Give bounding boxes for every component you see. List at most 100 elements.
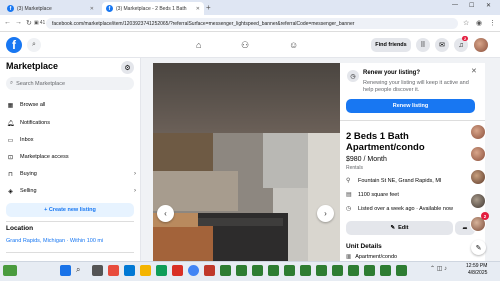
forward-icon[interactable]: → <box>15 19 22 26</box>
file-explorer-icon[interactable] <box>140 265 151 276</box>
url-input[interactable]: facebook.com/marketplace/item/1203923741… <box>46 18 458 29</box>
location-value-link[interactable]: Grand Rapids, Michigan · Within 100 mi <box>6 238 103 244</box>
next-photo-button[interactable]: › <box>317 205 334 222</box>
app-icon[interactable] <box>332 265 343 276</box>
browser-tab-marketplace[interactable]: f (3) Marketplace ✕ <box>3 2 98 15</box>
gear-icon[interactable]: ⚙ <box>121 61 134 74</box>
system-tray-icons[interactable]: ⌃ ◫ ♪ <box>430 265 447 272</box>
new-message-icon[interactable]: ✎ <box>471 240 486 255</box>
new-tab-icon[interactable]: + <box>206 3 211 12</box>
close-icon[interactable]: ✕ <box>471 67 477 75</box>
find-friends-button[interactable]: Find friends <box>371 38 411 52</box>
edit-button[interactable]: ✎ Edit <box>346 221 453 235</box>
close-window-icon[interactable]: ✕ <box>486 2 491 9</box>
location-heading: Location <box>6 225 34 232</box>
menu-grid-icon[interactable]: ⠿ <box>416 38 430 52</box>
app-icon[interactable] <box>108 265 119 276</box>
app-icon[interactable] <box>220 265 231 276</box>
sidebar-item-marketplace-access[interactable]: ⊡ Marketplace access <box>6 150 136 164</box>
home-icon[interactable]: ⌂ <box>196 40 201 50</box>
ruler-icon: ▤ <box>346 192 352 198</box>
renew-title: Renew your listing? <box>363 70 421 76</box>
store-icon: ▦ <box>7 102 14 109</box>
chat-unread-badge: 2 <box>481 212 489 220</box>
listing-price: $980 / Month <box>346 156 387 163</box>
tag-icon: ◈ <box>8 188 13 195</box>
divider <box>6 221 134 222</box>
task-view-icon[interactable] <box>92 265 103 276</box>
renew-description: Renewing your listing will keep it activ… <box>363 80 469 93</box>
app-icon[interactable] <box>300 265 311 276</box>
tabs-icon: ▣ <box>34 20 39 26</box>
app-icon[interactable] <box>172 265 183 276</box>
sidebar-title: Marketplace <box>6 61 59 71</box>
share-icon: ➦ <box>462 225 468 232</box>
create-new-listing-button[interactable]: + Create new listing <box>6 203 134 217</box>
browser-tab-listing[interactable]: f (3) Marketplace - 2 Beds 1 Bath ✕ <box>102 2 204 15</box>
app-icon[interactable] <box>316 265 327 276</box>
groups-icon[interactable]: ☺ <box>289 40 298 50</box>
reload-icon[interactable]: ↻ <box>26 19 32 27</box>
app-icon[interactable] <box>348 265 359 276</box>
taskbar-search-icon[interactable]: ⌕ <box>76 265 87 276</box>
close-tab-icon[interactable]: ✕ <box>90 6 94 12</box>
renew-clock-icon: ◷ <box>347 70 359 82</box>
app-icon[interactable] <box>252 265 263 276</box>
facebook-favicon-icon: f <box>106 5 113 12</box>
bag-icon: ⊓ <box>8 171 13 178</box>
chat-head[interactable] <box>470 146 486 162</box>
minimize-icon[interactable]: — <box>452 2 458 8</box>
clock-icon: ◷ <box>346 206 352 212</box>
chat-head[interactable] <box>470 169 486 185</box>
tab-count[interactable]: ▣ 41 <box>34 20 45 26</box>
back-icon[interactable]: ← <box>4 19 11 26</box>
app-icon[interactable] <box>204 265 215 276</box>
profile-icon[interactable]: ◉ <box>476 19 482 27</box>
sidebar-item-notifications[interactable]: 🔔︎ Notifications <box>6 116 136 130</box>
kitchen-photo-image <box>153 63 340 261</box>
windows-start-icon[interactable] <box>60 265 71 276</box>
friends-icon[interactable]: ⚇ <box>241 40 249 51</box>
marketplace-search-input[interactable]: ⌕ Search Marketplace <box>6 77 134 90</box>
app-icon[interactable] <box>268 265 279 276</box>
search-icon[interactable]: ⌕ <box>27 38 41 52</box>
sidebar-item-selling[interactable]: ◈ Selling › <box>6 184 136 198</box>
close-tab-icon[interactable]: ✕ <box>196 6 200 12</box>
app-icon[interactable] <box>364 265 375 276</box>
sidebar-item-inbox[interactable]: ▭ Inbox <box>6 133 136 147</box>
sidebar-item-browse-all[interactable]: ▦ Browse all <box>6 98 136 112</box>
bookmark-star-icon[interactable]: ☆ <box>463 19 469 27</box>
location-pin-icon: ⚲ <box>346 178 351 184</box>
weather-widget-icon[interactable] <box>3 265 17 276</box>
listing-date: ◷ Listed over a week ago · Available now <box>346 205 453 213</box>
divider <box>340 120 485 121</box>
facebook-favicon-icon: f <box>7 5 14 12</box>
inbox-icon: ▭ <box>7 137 14 144</box>
building-icon: ▥ <box>346 254 352 260</box>
listing-title: 2 Beds 1 Bath Apartment/condo <box>346 131 425 153</box>
windows-taskbar <box>0 261 500 281</box>
app-icon[interactable] <box>284 265 295 276</box>
app-icon[interactable] <box>396 265 407 276</box>
renew-listing-button[interactable]: Renew listing <box>346 99 475 113</box>
facebook-logo[interactable]: f <box>6 37 22 53</box>
account-avatar[interactable] <box>474 38 488 52</box>
maximize-icon[interactable]: ☐ <box>469 2 474 9</box>
chrome-icon[interactable] <box>188 265 199 276</box>
sidebar-item-buying[interactable]: ⊓ Buying › <box>6 167 136 181</box>
menu-dots-icon[interactable]: ⋮ <box>489 19 496 27</box>
search-icon: ⌕ <box>10 80 14 86</box>
app-icon[interactable] <box>124 265 135 276</box>
chat-head[interactable] <box>470 193 486 209</box>
app-icon[interactable] <box>156 265 167 276</box>
listing-size: ▤ 1100 square feet <box>346 191 399 199</box>
chat-head[interactable] <box>470 124 486 140</box>
listing-category: Rentals <box>346 165 363 171</box>
app-icon[interactable] <box>380 265 391 276</box>
previous-photo-button[interactable]: ‹ <box>157 205 174 222</box>
messenger-icon[interactable]: ✉ <box>435 38 449 52</box>
pencil-icon: ✎ <box>390 225 396 231</box>
taskbar-clock[interactable]: 12:59 PM 4/8/2025 <box>466 263 487 277</box>
app-icon[interactable] <box>236 265 247 276</box>
unit-details-heading: Unit Details <box>346 243 382 250</box>
